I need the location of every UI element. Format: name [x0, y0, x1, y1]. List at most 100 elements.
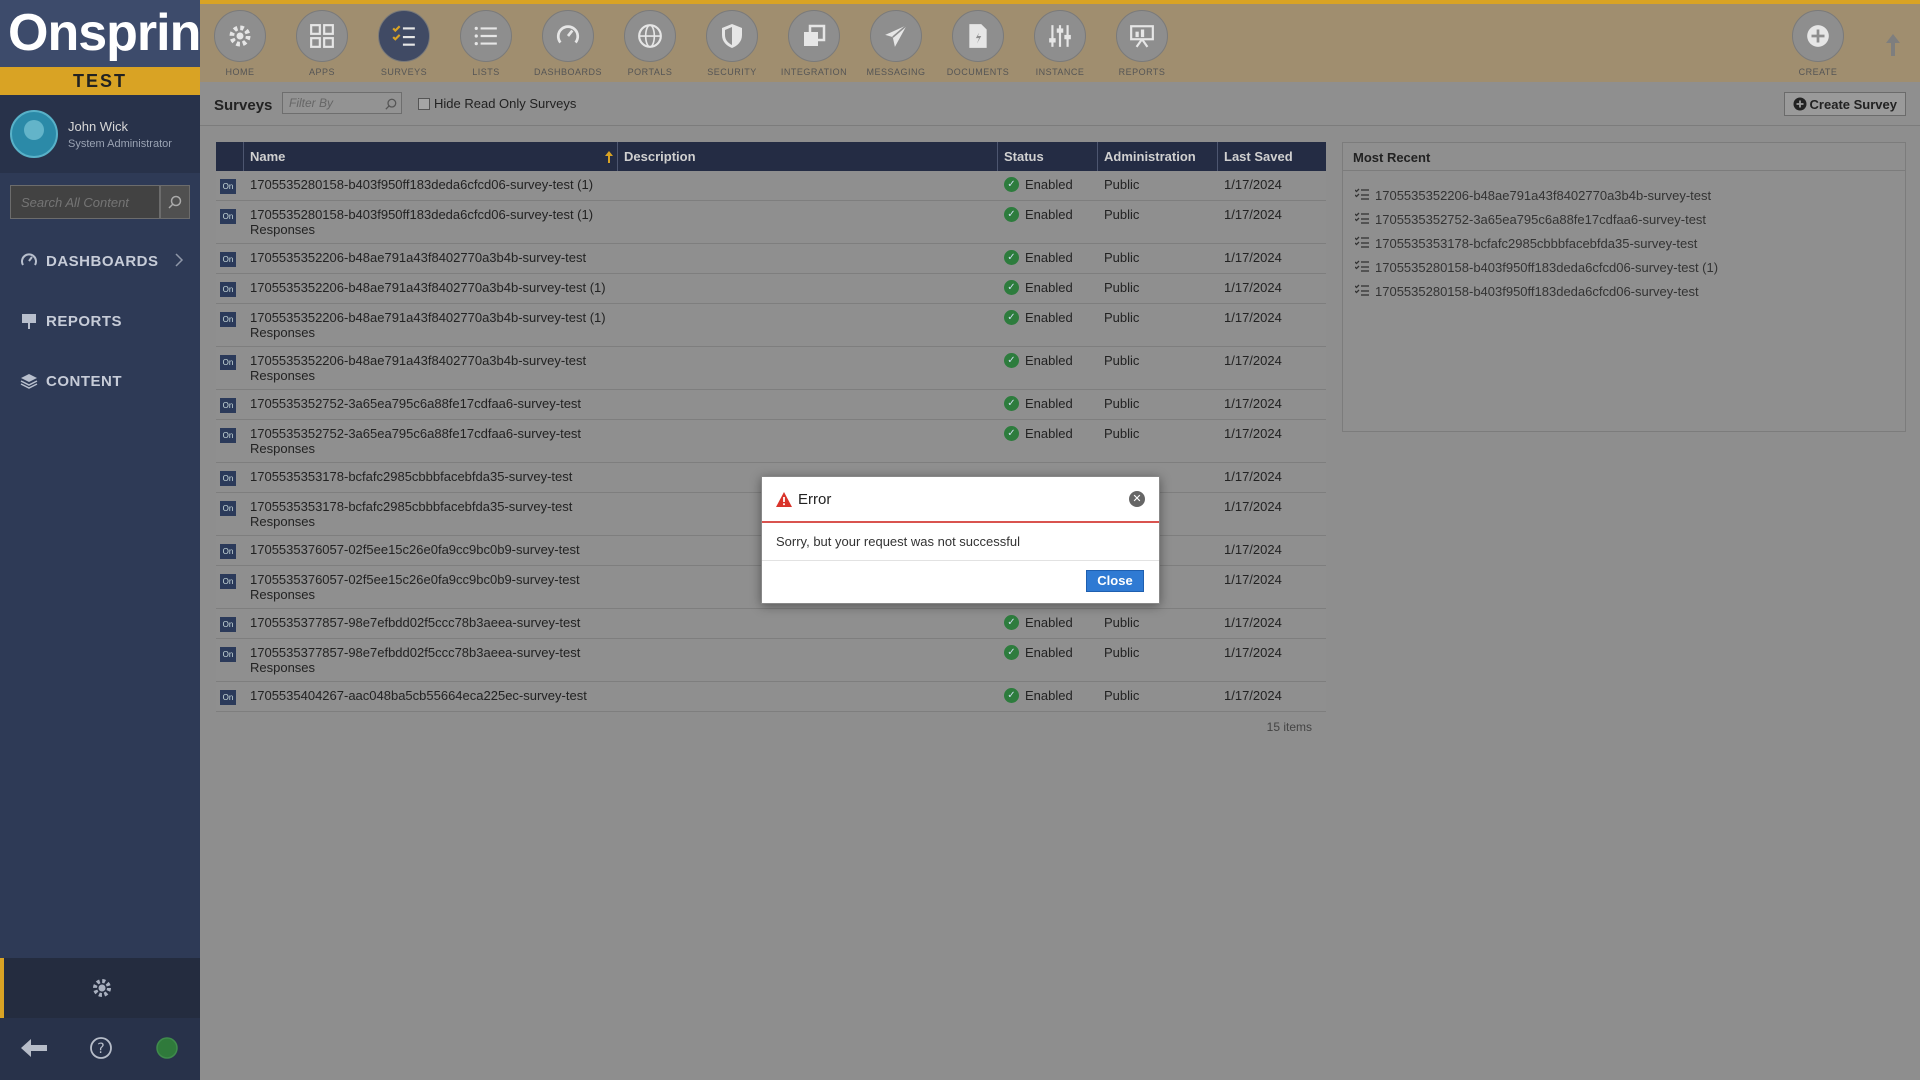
survey-name[interactable]: 1705535352752-3a65ea795c6a88fe17cdfaa6-s…: [250, 396, 612, 411]
toolbar-integration[interactable]: INTEGRATION: [774, 10, 854, 77]
filter-input[interactable]: Filter By: [282, 92, 402, 114]
scroll-top-button[interactable]: [1886, 34, 1900, 59]
survey-name[interactable]: 1705535352206-b48ae791a43f8402770a3b4b-s…: [250, 250, 612, 265]
table-row[interactable]: On 1705535404267-aac048ba5cb55664eca225e…: [216, 682, 1326, 712]
toolbar-dashboards[interactable]: DASHBOARDS: [528, 10, 608, 77]
survey-name[interactable]: 1705535353178-bcfafc2985cbbbfacebfda35-s…: [250, 499, 612, 514]
report-icon: [1116, 10, 1168, 62]
survey-name[interactable]: 1705535352752-3a65ea795c6a88fe17cdfaa6-s…: [250, 426, 612, 441]
search-button[interactable]: [160, 185, 190, 219]
last-saved-cell: 1/17/2024: [1224, 353, 1282, 368]
table-row[interactable]: On 1705535352752-3a65ea795c6a88fe17cdfaa…: [216, 390, 1326, 420]
table-row[interactable]: On 1705535352752-3a65ea795c6a88fe17cdfaa…: [216, 420, 1326, 463]
help-button[interactable]: ?: [89, 1036, 113, 1063]
sidebar-item-reports[interactable]: REPORTS: [0, 291, 200, 351]
on-cell: On: [216, 244, 244, 273]
name-cell[interactable]: 1705535377857-98e7efbdd02f5ccc78b3aeea-s…: [244, 609, 618, 638]
header-description[interactable]: Description: [618, 142, 998, 171]
settings-button[interactable]: [0, 958, 200, 1018]
last-saved-cell: 1/17/2024: [1224, 615, 1282, 630]
toolbar-portals[interactable]: PORTALS: [610, 10, 690, 77]
layers-icon: [20, 372, 40, 390]
sidebar-item-content[interactable]: CONTENT: [0, 351, 200, 411]
name-cell[interactable]: 1705535280158-b403f950ff183deda6cfcd06-s…: [244, 201, 618, 243]
name-cell[interactable]: 1705535352206-b48ae791a43f8402770a3b4b-s…: [244, 347, 618, 389]
last-saved-cell: 1/17/2024: [1224, 177, 1282, 192]
close-button[interactable]: Close: [1086, 570, 1144, 592]
survey-name[interactable]: 1705535353178-bcfafc2985cbbbfacebfda35-s…: [250, 469, 612, 484]
toolbar-reports[interactable]: REPORTS: [1102, 10, 1182, 77]
back-button[interactable]: [21, 1038, 47, 1060]
on-badge: On: [220, 252, 236, 267]
name-cell[interactable]: 1705535404267-aac048ba5cb55664eca225ec-s…: [244, 682, 618, 711]
recent-item[interactable]: 1705535353178-bcfafc2985cbbbfacebfda35-s…: [1354, 231, 1893, 255]
name-cell[interactable]: 1705535377857-98e7efbdd02f5ccc78b3aeea-s…: [244, 639, 618, 681]
survey-name[interactable]: 1705535377857-98e7efbdd02f5ccc78b3aeea-s…: [250, 615, 612, 630]
table-row[interactable]: On 1705535377857-98e7efbdd02f5ccc78b3aee…: [216, 609, 1326, 639]
survey-name[interactable]: 1705535377857-98e7efbdd02f5ccc78b3aeea-s…: [250, 645, 612, 660]
table-row[interactable]: On 1705535352206-b48ae791a43f8402770a3b4…: [216, 244, 1326, 274]
check-circle-icon: ✓: [1004, 280, 1019, 295]
name-cell[interactable]: 1705535376057-02f5ee15c26e0fa9cc9bc0b9-s…: [244, 566, 618, 608]
avatar[interactable]: [10, 110, 58, 158]
toolbar-label: DASHBOARDS: [533, 67, 602, 77]
hide-read-only-toggle[interactable]: Hide Read Only Surveys: [418, 96, 576, 111]
survey-name[interactable]: 1705535352206-b48ae791a43f8402770a3b4b-s…: [250, 353, 612, 368]
administration-cell: Public: [1104, 177, 1140, 192]
toolbar-lists[interactable]: LISTS: [446, 10, 526, 77]
question-icon: ?: [90, 1036, 112, 1059]
toolbar-surveys[interactable]: SURVEYS: [364, 10, 444, 77]
onspring-logo[interactable]: Onspring: [0, 0, 232, 67]
survey-name[interactable]: 1705535352206-b48ae791a43f8402770a3b4b-s…: [250, 310, 612, 325]
table-row[interactable]: On 1705535280158-b403f950ff183deda6cfcd0…: [216, 201, 1326, 244]
close-icon[interactable]: ✕: [1129, 491, 1145, 507]
table-row[interactable]: On 1705535352206-b48ae791a43f8402770a3b4…: [216, 304, 1326, 347]
survey-name[interactable]: 1705535404267-aac048ba5cb55664eca225ec-s…: [250, 688, 612, 703]
name-cell[interactable]: 1705535352206-b48ae791a43f8402770a3b4b-s…: [244, 274, 618, 303]
name-cell[interactable]: 1705535352752-3a65ea795c6a88fe17cdfaa6-s…: [244, 420, 618, 462]
toolbar-documents[interactable]: DOCUMENTS: [938, 10, 1018, 77]
name-cell[interactable]: 1705535352206-b48ae791a43f8402770a3b4b-s…: [244, 304, 618, 346]
on-badge: On: [220, 544, 236, 559]
table-row[interactable]: On 1705535280158-b403f950ff183deda6cfcd0…: [216, 171, 1326, 201]
name-cell[interactable]: 1705535353178-bcfafc2985cbbbfacebfda35-s…: [244, 463, 618, 492]
user-profile[interactable]: John Wick System Administrator: [0, 95, 200, 173]
name-cell[interactable]: 1705535280158-b403f950ff183deda6cfcd06-s…: [244, 171, 618, 200]
name-cell[interactable]: 1705535376057-02f5ee15c26e0fa9cc9bc0b9-s…: [244, 536, 618, 565]
table-row[interactable]: On 1705535352206-b48ae791a43f8402770a3b4…: [216, 274, 1326, 304]
toolbar-instance[interactable]: INSTANCE: [1020, 10, 1100, 77]
header-last-saved[interactable]: Last Saved: [1218, 142, 1326, 171]
status-indicator[interactable]: [155, 1036, 179, 1063]
sidebar-item-label: DASHBOARDS: [46, 252, 159, 270]
name-cell[interactable]: 1705535352752-3a65ea795c6a88fe17cdfaa6-s…: [244, 390, 618, 419]
survey-name[interactable]: 1705535280158-b403f950ff183deda6cfcd06-s…: [250, 207, 612, 222]
toolbar-security[interactable]: SECURITY: [692, 10, 772, 77]
checkbox[interactable]: [418, 97, 430, 110]
header-name[interactable]: Name: [244, 142, 618, 171]
on-badge: On: [220, 179, 236, 194]
header-status[interactable]: Status: [998, 142, 1098, 171]
survey-name[interactable]: 1705535376057-02f5ee15c26e0fa9cc9bc0b9-s…: [250, 572, 612, 587]
survey-name[interactable]: 1705535280158-b403f950ff183deda6cfcd06-s…: [250, 177, 612, 192]
header-administration[interactable]: Administration: [1098, 142, 1218, 171]
toolbar-messaging[interactable]: MESSAGING: [856, 10, 936, 77]
administration-cell: Public: [1104, 353, 1140, 368]
recent-item[interactable]: 1705535280158-b403f950ff183deda6cfcd06-s…: [1354, 255, 1893, 279]
name-cell[interactable]: 1705535353178-bcfafc2985cbbbfacebfda35-s…: [244, 493, 618, 535]
table-row[interactable]: On 1705535352206-b48ae791a43f8402770a3b4…: [216, 347, 1326, 390]
search-all-content-input[interactable]: [10, 185, 160, 219]
survey-name[interactable]: 1705535352206-b48ae791a43f8402770a3b4b-s…: [250, 280, 612, 295]
recent-item[interactable]: 1705535352752-3a65ea795c6a88fe17cdfaa6-s…: [1354, 207, 1893, 231]
recent-item[interactable]: 1705535352206-b48ae791a43f8402770a3b4b-s…: [1354, 183, 1893, 207]
sidebar-item-dashboards[interactable]: DASHBOARDS: [0, 231, 200, 291]
recent-item[interactable]: 1705535280158-b403f950ff183deda6cfcd06-s…: [1354, 279, 1893, 303]
shield-icon: [706, 10, 758, 62]
survey-name[interactable]: 1705535376057-02f5ee15c26e0fa9cc9bc0b9-s…: [250, 542, 612, 557]
toolbar-home[interactable]: HOME: [200, 10, 280, 77]
toolbar-create[interactable]: CREATE: [1778, 10, 1858, 77]
table-row[interactable]: On 1705535377857-98e7efbdd02f5ccc78b3aee…: [216, 639, 1326, 682]
status-cell: ✓ Enabled: [998, 201, 1098, 243]
create-survey-button[interactable]: Create Survey: [1783, 92, 1906, 116]
toolbar-apps[interactable]: APPS: [282, 10, 362, 77]
name-cell[interactable]: 1705535352206-b48ae791a43f8402770a3b4b-s…: [244, 244, 618, 273]
